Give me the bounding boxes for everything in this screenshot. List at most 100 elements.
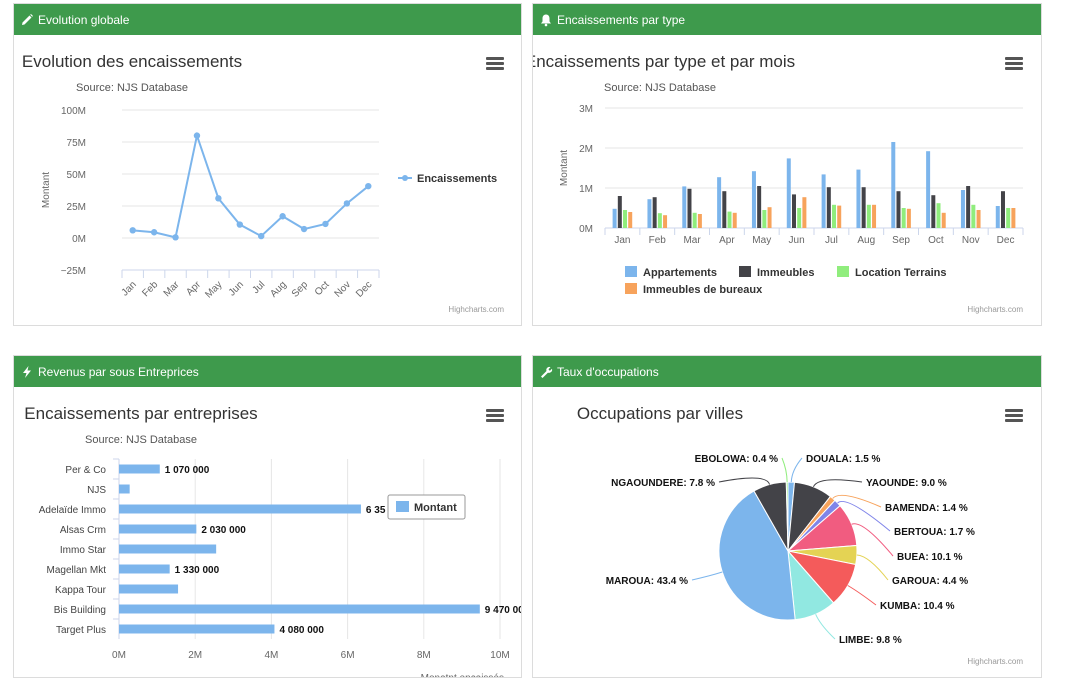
legend-item-label: Encaissements xyxy=(417,173,497,185)
legend-symbol xyxy=(625,283,637,294)
y-tick-label: Alsas Crm xyxy=(60,525,106,536)
bell-icon xyxy=(539,13,553,27)
bar xyxy=(896,191,901,228)
legend-item-label: Montant xyxy=(414,502,457,514)
column-chart: Encaissements par type et par mois Source… xyxy=(533,52,1024,314)
panel-encaissements-par-type: Encaissements par type Encaissements par… xyxy=(532,3,1042,326)
data-label: 4 080 000 xyxy=(279,625,324,636)
bar xyxy=(751,171,756,228)
slice-label: BUEA: 10.1 % xyxy=(897,552,963,563)
x-tick-label: Nov xyxy=(962,235,980,246)
x-tick-label: May xyxy=(752,235,771,246)
data-point xyxy=(236,221,243,228)
chart-menu-button[interactable] xyxy=(1005,57,1023,71)
bar xyxy=(722,191,727,228)
bar xyxy=(717,177,722,228)
bar xyxy=(832,204,837,228)
y-tick-label: Bis Building xyxy=(54,605,106,616)
x-tick-label: Apr xyxy=(719,235,735,246)
connector-line xyxy=(718,477,771,485)
legend-symbol xyxy=(837,266,849,277)
line-chart: Evolution des encaissements Source: NJS D… xyxy=(22,52,504,314)
x-tick-label: 4M xyxy=(264,650,278,661)
bar xyxy=(976,210,981,228)
y-tick-label: −25M xyxy=(61,266,86,277)
credits-link: Highcharts.com xyxy=(967,657,1023,666)
bar xyxy=(821,174,826,228)
legend-symbol-marker xyxy=(402,175,408,181)
data-label: 2 030 000 xyxy=(201,525,246,536)
legend-item: Immeubles de bureaux xyxy=(625,283,763,296)
bar xyxy=(119,604,480,614)
bar xyxy=(757,186,762,228)
chart-title: Evolution des encaissements xyxy=(22,52,242,71)
bar xyxy=(1006,208,1011,228)
bar xyxy=(652,197,657,228)
legend: Encaissements xyxy=(398,173,497,185)
x-tick-label: Dec xyxy=(997,235,1015,246)
bar xyxy=(767,207,772,228)
bar xyxy=(727,211,732,228)
bar xyxy=(612,208,617,228)
wrench-icon xyxy=(539,365,553,379)
pie-chart: Occupations par villes DOUALA: 1.5 % YAOUN… xyxy=(577,404,1023,666)
chart-menu-button[interactable] xyxy=(486,409,504,423)
y-axis-title: Montant xyxy=(559,150,570,186)
panel-header: Taux d'occupations xyxy=(533,356,1041,387)
bar xyxy=(119,544,217,554)
x-tick-label: Oct xyxy=(928,235,944,246)
data-point xyxy=(193,132,201,139)
bar xyxy=(906,208,911,228)
bar xyxy=(628,212,633,228)
bar xyxy=(837,205,842,228)
data-point xyxy=(129,227,136,234)
data-point xyxy=(343,200,351,207)
bar xyxy=(119,584,179,594)
slice-label: BERTOUA: 1.7 % xyxy=(894,527,975,538)
slice-label: MAROUA: 43.4 % xyxy=(606,576,688,587)
connector-line xyxy=(812,479,863,488)
bar xyxy=(856,169,861,228)
data-point xyxy=(322,220,329,228)
bar xyxy=(617,196,622,228)
bar xyxy=(891,142,896,228)
legend-symbol xyxy=(625,266,637,277)
bar xyxy=(926,151,931,228)
data-point xyxy=(279,213,286,220)
legend-item-label: Immeubles de bureaux xyxy=(643,284,763,296)
bar xyxy=(697,214,702,228)
x-tick-label: Mar xyxy=(162,279,182,299)
x-tick-label: Jun xyxy=(789,235,805,246)
x-tick-label: 6M xyxy=(341,650,355,661)
chart-menu-button[interactable] xyxy=(486,57,504,71)
slice-label: BAMENDA: 1.4 % xyxy=(885,503,968,514)
bar xyxy=(119,484,130,494)
x-tick-label: Jan xyxy=(120,279,139,298)
panel-title: Evolution globale xyxy=(38,12,130,27)
y-tick-label: Kappa Tour xyxy=(55,585,107,596)
bar xyxy=(931,195,936,228)
chart-title: Occupations par villes xyxy=(577,404,743,423)
data-point xyxy=(365,182,372,190)
slice-label: YAOUNDE: 9.0 % xyxy=(866,478,947,489)
legend-item: Appartements xyxy=(625,266,717,279)
x-tick-label: Oct xyxy=(313,279,332,298)
x-tick-label: 10M xyxy=(490,650,509,661)
bar xyxy=(901,208,906,228)
legend-symbol xyxy=(739,266,751,277)
x-tick-label: May xyxy=(203,279,224,300)
connector-line xyxy=(790,457,803,483)
chart-menu-button[interactable] xyxy=(1005,409,1023,423)
x-tick-label: Sep xyxy=(290,279,311,300)
bar xyxy=(791,194,796,228)
slice-label: NGAOUNDERE: 7.8 % xyxy=(611,478,715,489)
panel-title: Revenus par sous Entreprices xyxy=(38,364,199,379)
y-tick-label: Magellan Mkt xyxy=(47,565,107,576)
bar xyxy=(960,190,965,228)
connector-line xyxy=(847,585,877,606)
y-tick-label: 25M xyxy=(67,202,86,213)
x-tick-label: 2M xyxy=(188,650,202,661)
x-tick-label: Jan xyxy=(614,235,630,246)
data-point xyxy=(258,232,265,240)
bar xyxy=(971,204,976,228)
